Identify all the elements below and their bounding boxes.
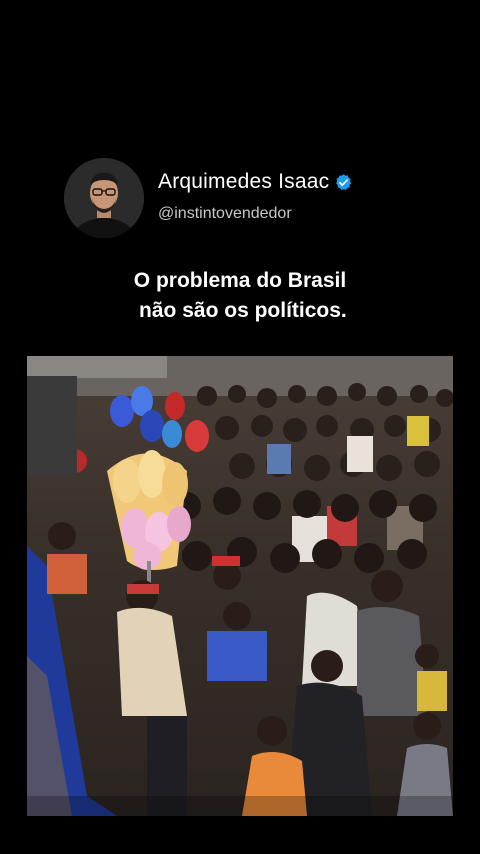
avatar[interactable] (64, 158, 144, 238)
author-name[interactable]: Arquimedes Isaac (158, 170, 353, 194)
post-text-line-2: não são os políticos. (133, 299, 347, 322)
crowd-photo (27, 356, 453, 816)
verified-badge-icon (334, 173, 353, 192)
author-name-text: Arquimedes Isaac (158, 170, 330, 193)
avatar-photo (64, 158, 144, 238)
post-text: O problema do Brasil não são os político… (0, 266, 480, 326)
post-text-line-1: O problema do Brasil (133, 269, 347, 292)
post-header: Arquimedes Isaac @instintovendedor (64, 158, 424, 238)
video-media[interactable] (27, 356, 453, 816)
author-handle[interactable]: @instintovendedor (158, 205, 292, 223)
